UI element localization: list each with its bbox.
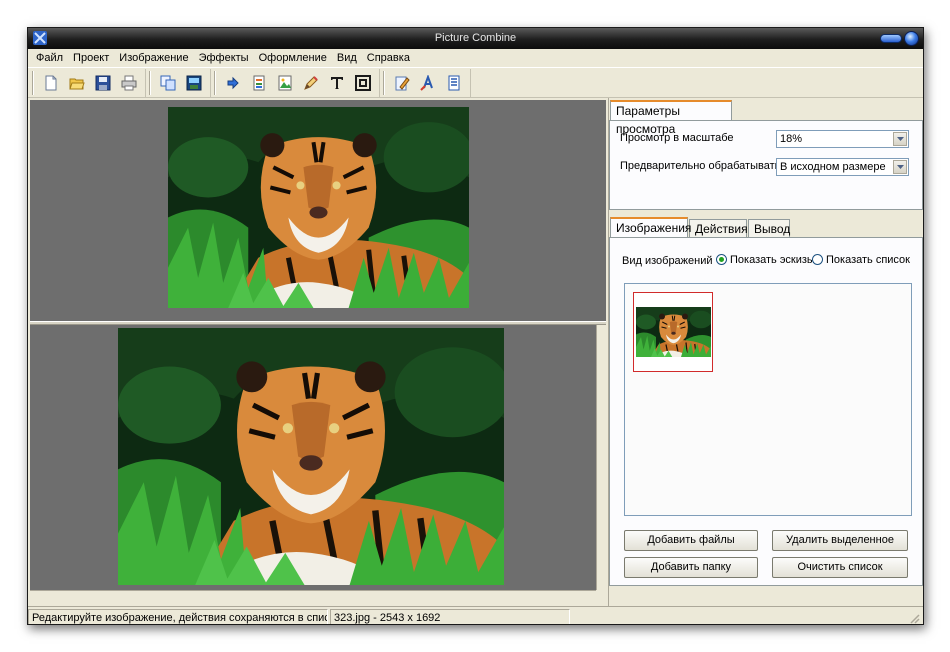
status-file-info: 323.jpg - 2543 x 1692 (330, 608, 570, 624)
images-page: Вид изображений Показать эскизы Показать… (609, 237, 923, 586)
status-bar: Редактируйте изображение, действия сохра… (28, 606, 923, 624)
menu-file[interactable]: Файл (31, 50, 68, 66)
menu-view[interactable]: Вид (332, 50, 362, 66)
list-icon[interactable] (442, 71, 466, 95)
result-photo (118, 328, 504, 585)
original-photo (168, 107, 469, 308)
preprocess-value: В исходном размере (780, 161, 886, 173)
preprocess-label: Предварительно обрабатывать (620, 160, 781, 172)
save-icon[interactable] (91, 71, 115, 95)
open-folder-icon[interactable] (65, 71, 89, 95)
status-hint: Редактируйте изображение, действия сохра… (28, 608, 328, 624)
print-icon[interactable] (117, 71, 141, 95)
toolbar-group-tools (211, 68, 380, 97)
scale-value: 18% (780, 133, 803, 145)
window-controls (880, 30, 919, 47)
toolbar (28, 67, 923, 98)
thumbnail-item[interactable] (633, 292, 713, 372)
horizontal-scrollbar[interactable] (30, 590, 596, 604)
app-logo-icon (33, 31, 47, 45)
menu-effects[interactable]: Эффекты (194, 50, 254, 66)
new-file-icon[interactable] (39, 71, 63, 95)
edit-document-icon[interactable] (390, 71, 414, 95)
toolbar-group-file (32, 68, 146, 97)
toolbar-group-edit (146, 68, 211, 97)
tab-output[interactable]: Вывод (748, 219, 790, 237)
scale-select[interactable]: 18% (776, 130, 909, 148)
right-panel: Параметры просмотра Просмотр в масштабе … (608, 98, 923, 608)
remove-selected-button[interactable]: Удалить выделенное (772, 530, 908, 551)
document-icon[interactable] (247, 71, 271, 95)
image-thumbnail-list[interactable] (624, 283, 912, 516)
thumbnail-photo (636, 307, 711, 357)
arrow-right-icon[interactable] (221, 71, 245, 95)
toolbar-grip[interactable] (32, 70, 34, 95)
toolbar-grip[interactable] (149, 70, 151, 95)
toolbar-group-output (380, 68, 471, 97)
tab-actions[interactable]: Действия (689, 219, 748, 237)
add-folder-button[interactable]: Добавить папку (624, 557, 758, 578)
font-color-icon[interactable] (416, 71, 440, 95)
radio-thumbnails-dot[interactable] (716, 254, 727, 265)
preprocess-select[interactable]: В исходном размере (776, 158, 909, 176)
view-mode-label: Вид изображений (622, 255, 713, 267)
add-files-button[interactable]: Добавить файлы (624, 530, 758, 551)
window-title: Picture Combine (434, 32, 517, 44)
menu-image[interactable]: Изображение (114, 50, 193, 66)
image-icon[interactable] (273, 71, 297, 95)
chevron-down-icon[interactable] (893, 160, 907, 174)
text-icon[interactable] (325, 71, 349, 95)
resize-grip-icon[interactable] (908, 612, 920, 624)
radio-thumbnails[interactable]: Показать эскизы (716, 254, 815, 266)
menu-bar: Файл Проект Изображение Эффекты Оформлен… (28, 49, 923, 67)
tab-preview-settings[interactable]: Параметры просмотра (610, 100, 732, 136)
tab-images[interactable]: Изображения (610, 217, 691, 237)
title-bar[interactable]: Picture Combine (28, 28, 923, 49)
radio-list-dot[interactable] (812, 254, 823, 265)
clear-list-button[interactable]: Очистить список (772, 557, 908, 578)
frame-icon[interactable] (351, 71, 375, 95)
toolbar-grip[interactable] (383, 70, 385, 95)
app-window: Picture Combine Файл Проект Изображение … (27, 27, 924, 625)
copy-icon[interactable] (156, 71, 180, 95)
close-button[interactable] (904, 31, 919, 46)
menu-design[interactable]: Оформление (254, 50, 332, 66)
menu-help[interactable]: Справка (362, 50, 415, 66)
vertical-scrollbar[interactable] (596, 325, 608, 590)
pencil-icon[interactable] (299, 71, 323, 95)
radio-list[interactable]: Показать список (812, 254, 910, 266)
result-preview (30, 325, 596, 590)
minimize-button[interactable] (880, 34, 902, 43)
save-all-icon[interactable] (182, 71, 206, 95)
radio-list-label: Показать список (826, 254, 910, 266)
preview-area (30, 100, 608, 604)
chevron-down-icon[interactable] (893, 132, 907, 146)
toolbar-grip[interactable] (214, 70, 216, 95)
menu-project[interactable]: Проект (68, 50, 114, 66)
original-preview (30, 100, 606, 321)
radio-thumbnails-label: Показать эскизы (730, 254, 815, 266)
